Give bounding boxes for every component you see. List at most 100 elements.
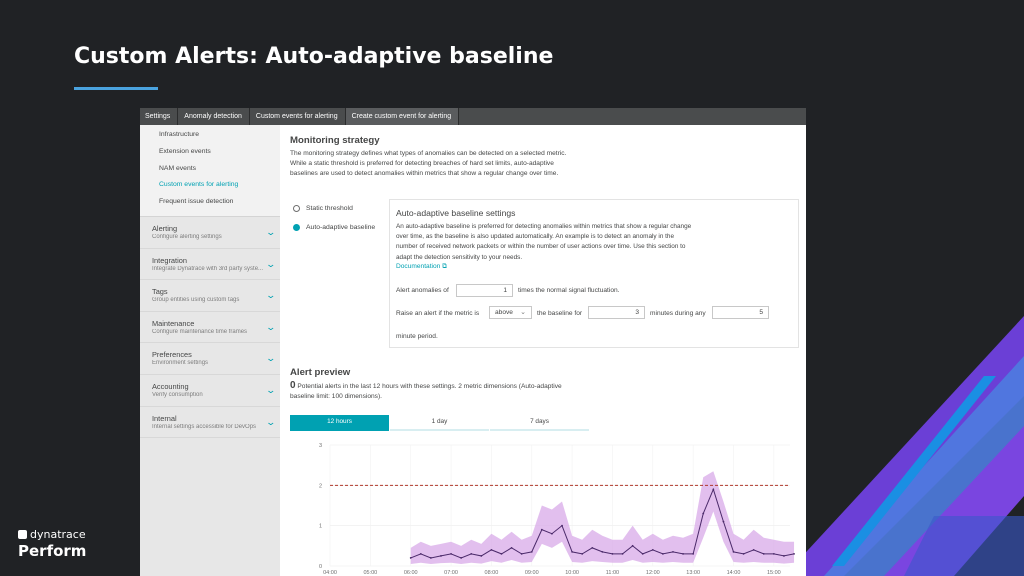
sensitivity-input[interactable]: 1 [456, 284, 513, 297]
metric-point [661, 553, 664, 555]
sidebar-item-custom-events[interactable]: Custom events for alerting [140, 177, 280, 195]
section-title: Tags [152, 287, 168, 297]
breadcrumb-custom-events[interactable]: Custom events for alerting [250, 108, 346, 125]
raise-alert-label: Raise an alert if the metric is [396, 310, 480, 317]
breadcrumb-settings[interactable]: Settings [140, 108, 179, 125]
sidebar-item-extension-events[interactable]: Extension events [140, 143, 280, 161]
sidebar-section-maintenance[interactable]: Maintenance Configure maintenance time f… [140, 312, 280, 344]
baseline-settings-panel: Auto-adaptive baseline settings An auto-… [389, 199, 799, 348]
dynatrace-logo-icon [18, 530, 27, 539]
metric-point [631, 544, 634, 547]
anomaly-detection-submenu: Infrastructure Extension events NAM even… [140, 125, 280, 217]
metric-point [581, 553, 584, 555]
radio-static-threshold[interactable]: Static threshold [293, 205, 353, 212]
section-title: Integration [152, 255, 187, 265]
alert-count: 0 [290, 380, 296, 391]
tab-1-day[interactable]: 1 day [390, 415, 489, 431]
metric-point [450, 553, 452, 555]
metric-point [601, 550, 604, 553]
sidebar-section-integration[interactable]: Integration Integrate Dynatrace with 3rd… [140, 249, 280, 281]
direction-select[interactable]: above ⌄ [489, 306, 532, 319]
tab-7-days[interactable]: 7 days [490, 415, 589, 431]
y-tick-label: 3 [319, 443, 322, 449]
section-description: Group entities using custom tags [152, 297, 240, 304]
metric-point [772, 553, 775, 555]
period-suffix-label: minute period. [396, 333, 438, 340]
chevron-down-icon[interactable]: ⌄ [266, 353, 277, 364]
section-title: Accounting [152, 381, 189, 391]
alert-preview-chart: 0 1 2 3 04:00 05:00 06:00 07:00 08:00 09:00 10:00 1… [319, 443, 795, 576]
brand-event: Perform [18, 542, 87, 560]
x-tick-label: 14:00 [727, 570, 741, 576]
radio-label: Auto-adaptive baseline [306, 224, 376, 231]
section-description: Environment settings [152, 360, 209, 367]
sidebar-section-preferences[interactable]: Preferences Environment settings ⌄ [140, 343, 280, 375]
sidebar-section-internal[interactable]: Internal Internal settings accessible fo… [140, 407, 280, 439]
metric-point [419, 553, 422, 555]
minutes-input[interactable]: 3 [588, 306, 645, 319]
radio-unchecked-icon[interactable] [293, 205, 300, 212]
sidebar-section-tags[interactable]: Tags Group entities using custom tags ⌄ [140, 280, 280, 312]
documentation-link[interactable]: Documentation ⧉ [396, 263, 447, 271]
chevron-down-icon[interactable]: ⌄ [266, 385, 277, 396]
metric-point [510, 546, 513, 549]
metric-point [732, 550, 735, 553]
metric-point [722, 520, 725, 523]
x-tick-label: 15:00 [767, 570, 781, 576]
metric-point [500, 553, 503, 555]
x-tick-label: 11:00 [606, 570, 619, 576]
metric-point [470, 553, 473, 555]
metric-point [561, 524, 563, 527]
section-description: Configure maintenance time frames [152, 328, 248, 335]
baseline-settings-heading: Auto-adaptive baseline settings [396, 208, 516, 218]
minutes-during-label: minutes during any [650, 310, 706, 317]
documentation-link-label[interactable]: Documentation [396, 263, 440, 270]
metric-point [480, 555, 483, 557]
monitoring-strategy-heading: Monitoring strategy [290, 135, 380, 146]
section-title: Preferences [152, 350, 192, 360]
metric-point [571, 550, 574, 553]
title-underline [74, 87, 158, 90]
radio-checked-icon[interactable] [293, 224, 300, 231]
app-window: Settings Anomaly detection Custom events… [140, 108, 806, 576]
period-input[interactable]: 5 [712, 306, 769, 319]
chevron-down-icon[interactable]: ⌄ [520, 307, 526, 318]
baseline-settings-description: An auto-adaptive baseline is preferred f… [396, 223, 692, 261]
metric-point [551, 532, 553, 535]
metric-point [793, 553, 795, 555]
sidebar-section-accounting[interactable]: Accounting Verify consumption ⌄ [140, 375, 280, 407]
metric-point [742, 553, 745, 555]
alert-preview-text: Potential alerts in the last 12 hours wi… [290, 383, 562, 401]
y-tick-label: 1 [319, 524, 322, 530]
alert-preview-summary: 0 Potential alerts in the last 12 hours … [290, 380, 580, 402]
metric-point [762, 553, 765, 555]
breadcrumb: Settings Anomaly detection Custom events… [140, 108, 806, 125]
metric-point [621, 553, 624, 555]
section-title: Maintenance [152, 318, 195, 328]
x-tick-label: 06:00 [404, 570, 418, 576]
chevron-down-icon[interactable]: ⌄ [266, 322, 277, 333]
settings-sidebar: Infrastructure Extension events NAM even… [140, 125, 280, 576]
chevron-down-icon[interactable]: ⌄ [266, 290, 277, 301]
metric-point [440, 555, 442, 557]
chevron-down-icon[interactable]: ⌄ [266, 259, 277, 270]
preview-range-tabs: 12 hours 1 day 7 days [290, 415, 590, 431]
radio-auto-adaptive-baseline[interactable]: Auto-adaptive baseline [293, 224, 375, 231]
alert-anomalies-suffix: times the normal signal fluctuation. [518, 287, 620, 294]
x-tick-label: 10:00 [565, 570, 579, 576]
sidebar-item-infrastructure[interactable]: Infrastructure [140, 125, 280, 144]
sidebar-item-frequent-issue-detection[interactable]: Frequent issue detection [140, 194, 280, 211]
metric-point [692, 553, 695, 555]
section-title: Internal [152, 413, 177, 423]
slide-title: Custom Alerts: Auto-adaptive baseline [74, 44, 554, 69]
breadcrumb-anomaly-detection[interactable]: Anomaly detection [178, 108, 250, 125]
metric-point [712, 488, 715, 491]
sidebar-item-nam-events[interactable]: NAM events [140, 160, 280, 178]
metric-point [783, 555, 785, 557]
tab-12-hours[interactable]: 12 hours [290, 415, 389, 431]
chevron-down-icon[interactable]: ⌄ [266, 417, 277, 428]
sidebar-section-alerting[interactable]: Alerting Configure alerting settings ⌄ [140, 217, 280, 249]
external-link-icon[interactable]: ⧉ [442, 263, 447, 270]
chevron-down-icon[interactable]: ⌄ [266, 227, 277, 238]
alert-anomalies-label: Alert anomalies of [396, 287, 449, 294]
